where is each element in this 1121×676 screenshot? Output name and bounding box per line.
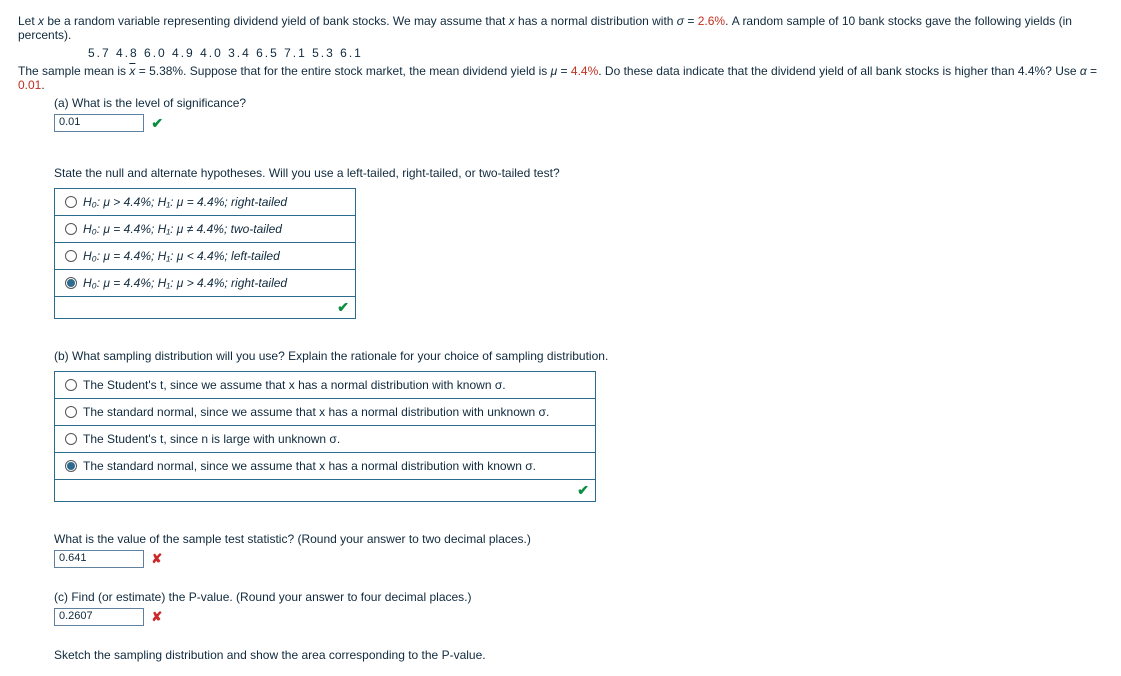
hypothesis-option[interactable]: H₀: μ = 4.4%; H₁: μ ≠ 4.4%; two-tailed (55, 216, 355, 243)
option-label: H₀: μ = 4.4%; H₁: μ ≠ 4.4%; two-tailed (83, 222, 282, 236)
radio-icon (65, 196, 77, 208)
distribution-option[interactable]: The standard normal, since we assume tha… (55, 399, 595, 426)
test-stat-input[interactable]: 0.641 (54, 550, 144, 568)
radio-icon (65, 433, 77, 445)
radio-icon (65, 460, 77, 472)
distribution-option[interactable]: The Student's t, since n is large with u… (55, 426, 595, 453)
hypotheses-prompt: State the null and alternate hypotheses.… (54, 166, 1103, 180)
radio-icon (65, 277, 77, 289)
distribution-choice-group: The Student's t, since we assume that x … (54, 371, 596, 502)
intro-text: Let x be a random variable representing … (18, 14, 1103, 42)
part-c-question: (c) Find (or estimate) the P-value. (Rou… (54, 590, 1103, 604)
cross-icon: ✘ (151, 551, 162, 566)
option-label: The standard normal, since we assume tha… (83, 459, 536, 473)
sketch-prompt: Sketch the sampling distribution and sho… (54, 648, 1103, 662)
sample-data: 5.7 4.8 6.0 4.9 4.0 3.4 6.5 7.1 5.3 6.1 (88, 46, 1103, 60)
radio-icon (65, 223, 77, 235)
check-icon: ✔ (151, 115, 163, 131)
check-icon: ✔ (337, 299, 349, 315)
check-icon: ✔ (577, 482, 589, 498)
option-label: H₀: μ = 4.4%; H₁: μ < 4.4%; left-tailed (83, 249, 280, 263)
mean-line: The sample mean is x = 5.38%. Suppose th… (18, 64, 1103, 92)
radio-icon (65, 406, 77, 418)
option-label: The standard normal, since we assume tha… (83, 405, 549, 419)
radio-icon (65, 379, 77, 391)
part-a-question: (a) What is the level of significance? (54, 96, 1103, 110)
test-stat-question: What is the value of the sample test sta… (54, 532, 1103, 546)
part-b-question: (b) What sampling distribution will you … (54, 349, 1103, 363)
hypothesis-option[interactable]: H₀: μ > 4.4%; H₁: μ = 4.4%; right-tailed (55, 189, 355, 216)
cross-icon: ✘ (151, 609, 162, 624)
option-label: H₀: μ > 4.4%; H₁: μ = 4.4%; right-tailed (83, 195, 287, 209)
option-label: The Student's t, since we assume that x … (83, 378, 506, 392)
option-label: H₀: μ = 4.4%; H₁: μ > 4.4%; right-tailed (83, 276, 287, 290)
pvalue-input[interactable]: 0.2607 (54, 608, 144, 626)
significance-input[interactable]: 0.01 (54, 114, 144, 132)
radio-icon (65, 250, 77, 262)
hypothesis-option[interactable]: H₀: μ = 4.4%; H₁: μ < 4.4%; left-tailed (55, 243, 355, 270)
hypotheses-choice-group: H₀: μ > 4.4%; H₁: μ = 4.4%; right-tailed… (54, 188, 356, 319)
distribution-option[interactable]: The Student's t, since we assume that x … (55, 372, 595, 399)
hypothesis-option[interactable]: H₀: μ = 4.4%; H₁: μ > 4.4%; right-tailed (55, 270, 355, 297)
option-label: The Student's t, since n is large with u… (83, 432, 340, 446)
distribution-option[interactable]: The standard normal, since we assume tha… (55, 453, 595, 480)
